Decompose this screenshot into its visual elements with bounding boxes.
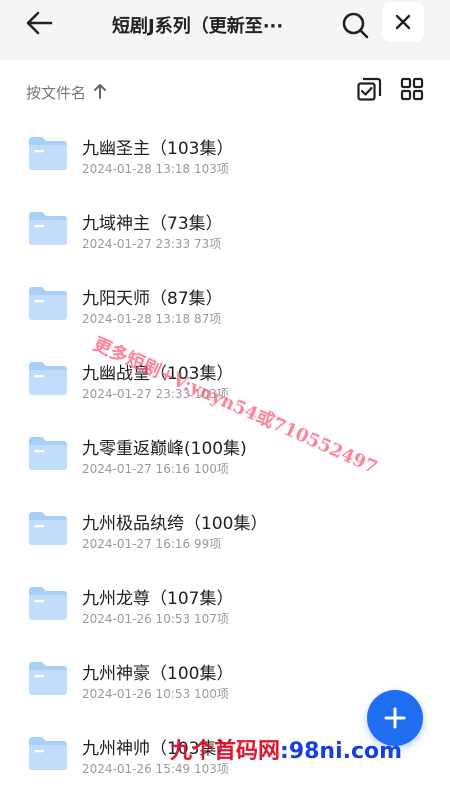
file-count: 87项 [193,312,222,326]
top-bar: 短剧J系列（更新至··· [0,0,450,60]
folder-icon [29,512,67,545]
file-meta: 2024-01-26 10:53 107项 [82,610,229,627]
file-date: 2024-01-27 16:16 [82,537,191,551]
file-date: 2024-01-26 10:53 [82,687,191,701]
folder-icon [29,662,67,695]
bottom-watermark: 九个首码网:98ni.com [170,733,402,765]
list-item[interactable]: 九域神主（73集） 2024-01-27 23:33 73项 [0,195,450,270]
list-item[interactable]: 九州龙尊（107集） 2024-01-26 10:53 107项 [0,570,450,645]
add-button[interactable] [367,690,423,746]
search-icon[interactable] [340,10,370,40]
watermark-brand: 九个首码网 [170,739,281,764]
folder-icon [29,212,67,245]
file-count: 100项 [193,687,229,701]
file-date: 2024-01-28 13:18 [82,162,191,176]
select-all-icon[interactable] [356,76,382,102]
file-meta: 2024-01-27 16:16 99项 [82,535,221,552]
file-name: 九零重返巅峰(100集) [82,439,247,459]
folder-icon [29,137,67,170]
file-name: 九域神主（73集） [82,214,223,234]
folder-icon [29,287,67,320]
list-item[interactable]: 九零重返巅峰(100集) 2024-01-27 16:16 100项 [0,420,450,495]
close-button[interactable] [382,2,424,42]
close-icon [395,14,411,30]
file-date: 2024-01-27 16:16 [82,462,191,476]
page-title: 短剧J系列（更新至··· [112,16,284,37]
file-name: 九幽圣主（103集） [82,139,234,159]
file-date: 2024-01-28 13:18 [82,312,191,326]
file-count: 107项 [193,612,229,626]
file-name: 九州神豪（100集） [82,664,234,684]
file-meta: 2024-01-26 10:53 100项 [82,685,229,702]
arrow-up-icon[interactable] [92,81,108,101]
folder-icon [29,362,67,395]
list-item[interactable]: 九州极品纨绔（100集） 2024-01-27 16:16 99项 [0,495,450,570]
file-date: 2024-01-26 10:53 [82,612,191,626]
file-count: 99项 [193,537,222,551]
file-meta: 2024-01-28 13:18 103项 [82,160,229,177]
folder-icon [29,587,67,620]
plus-icon [384,707,406,729]
sort-bar: 按文件名 [0,60,450,120]
folder-icon [29,737,67,770]
file-meta: 2024-01-28 13:18 87项 [82,310,221,327]
list-item[interactable]: 九幽圣主（103集） 2024-01-28 13:18 103项 [0,120,450,195]
file-name: 九州龙尊（107集） [82,589,234,609]
file-count: 103项 [193,162,229,176]
file-count: 73项 [193,237,222,251]
file-count: 100项 [193,462,229,476]
file-name: 九阳天师（87集） [82,289,223,309]
back-arrow-icon[interactable] [24,10,54,36]
folder-icon [29,437,67,470]
file-name: 九州极品纨绔（100集） [82,514,268,534]
list-item[interactable]: 九阳天师（87集） 2024-01-28 13:18 87项 [0,270,450,345]
file-meta: 2024-01-27 16:16 100项 [82,460,229,477]
file-date: 2024-01-27 23:33 [82,237,191,251]
file-meta: 2024-01-27 23:33 73项 [82,235,221,252]
sort-by-name-button[interactable]: 按文件名 [26,82,86,103]
grid-view-icon[interactable] [400,77,424,101]
